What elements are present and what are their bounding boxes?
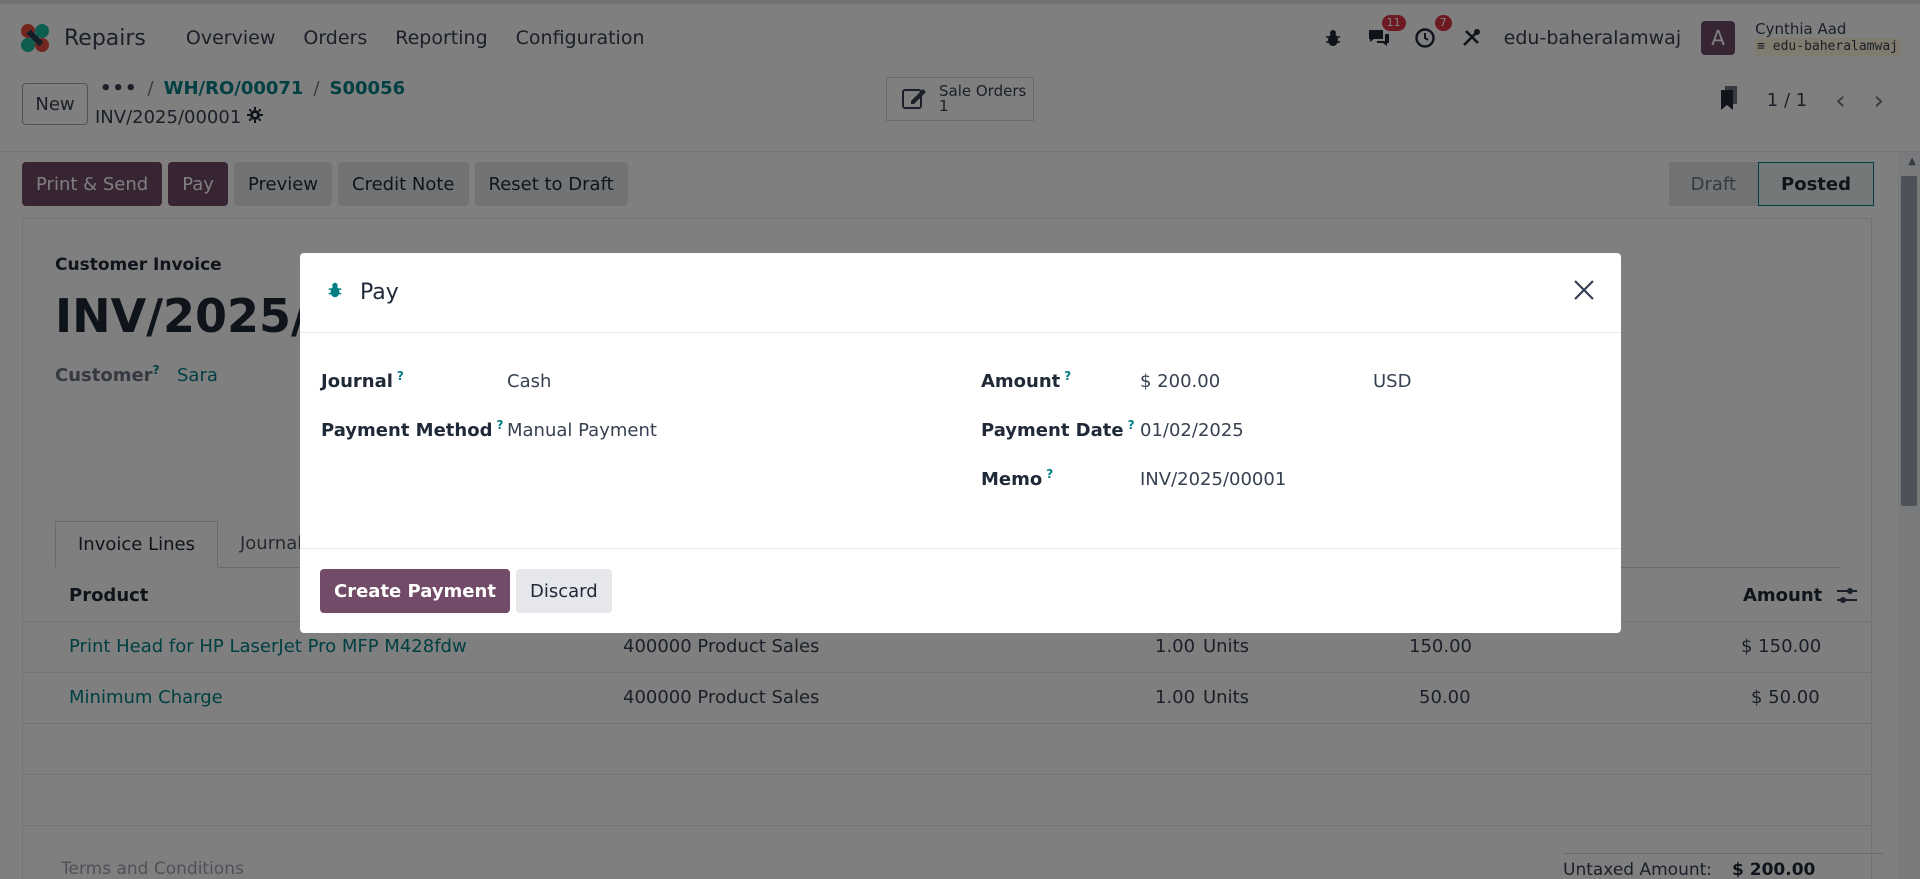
help-tooltip[interactable]: ?: [397, 369, 404, 383]
close-icon[interactable]: [1569, 275, 1599, 305]
discard-button[interactable]: Discard: [515, 569, 612, 613]
journal-label-text: Journal: [321, 371, 393, 392]
amount-field[interactable]: $ 200.00: [1140, 371, 1220, 392]
dialog-body: Journal? Cash Payment Method? Manual Pay…: [300, 333, 1621, 549]
amount-label: Amount?: [981, 369, 1071, 392]
bug-icon: [326, 281, 344, 304]
memo-label-text: Memo: [981, 469, 1043, 490]
payment-date-field[interactable]: 01/02/2025: [1140, 420, 1244, 441]
memo-field[interactable]: INV/2025/00001: [1140, 469, 1286, 490]
help-tooltip[interactable]: ?: [496, 418, 503, 432]
journal-field[interactable]: Cash: [507, 371, 551, 392]
help-tooltip[interactable]: ?: [1064, 369, 1071, 383]
dialog-footer: Create Payment Discard: [300, 549, 1621, 633]
payment-date-label: Payment Date?: [981, 418, 1135, 441]
pay-dialog: Pay Journal? Cash Payment Method? Manual…: [300, 253, 1621, 633]
dialog-header: Pay: [300, 253, 1621, 333]
help-tooltip[interactable]: ?: [1128, 418, 1135, 432]
payment-method-field[interactable]: Manual Payment: [507, 420, 657, 441]
currency-field[interactable]: USD: [1373, 371, 1411, 392]
payment-method-label-text: Payment Method: [321, 420, 493, 441]
help-tooltip[interactable]: ?: [1046, 467, 1053, 481]
journal-label: Journal?: [321, 369, 404, 392]
dialog-title: Pay: [360, 280, 399, 305]
amount-label-text: Amount: [981, 371, 1061, 392]
memo-label: Memo?: [981, 467, 1053, 490]
create-payment-button[interactable]: Create Payment: [320, 569, 510, 613]
payment-method-label: Payment Method?: [321, 418, 503, 441]
payment-date-label-text: Payment Date: [981, 420, 1124, 441]
